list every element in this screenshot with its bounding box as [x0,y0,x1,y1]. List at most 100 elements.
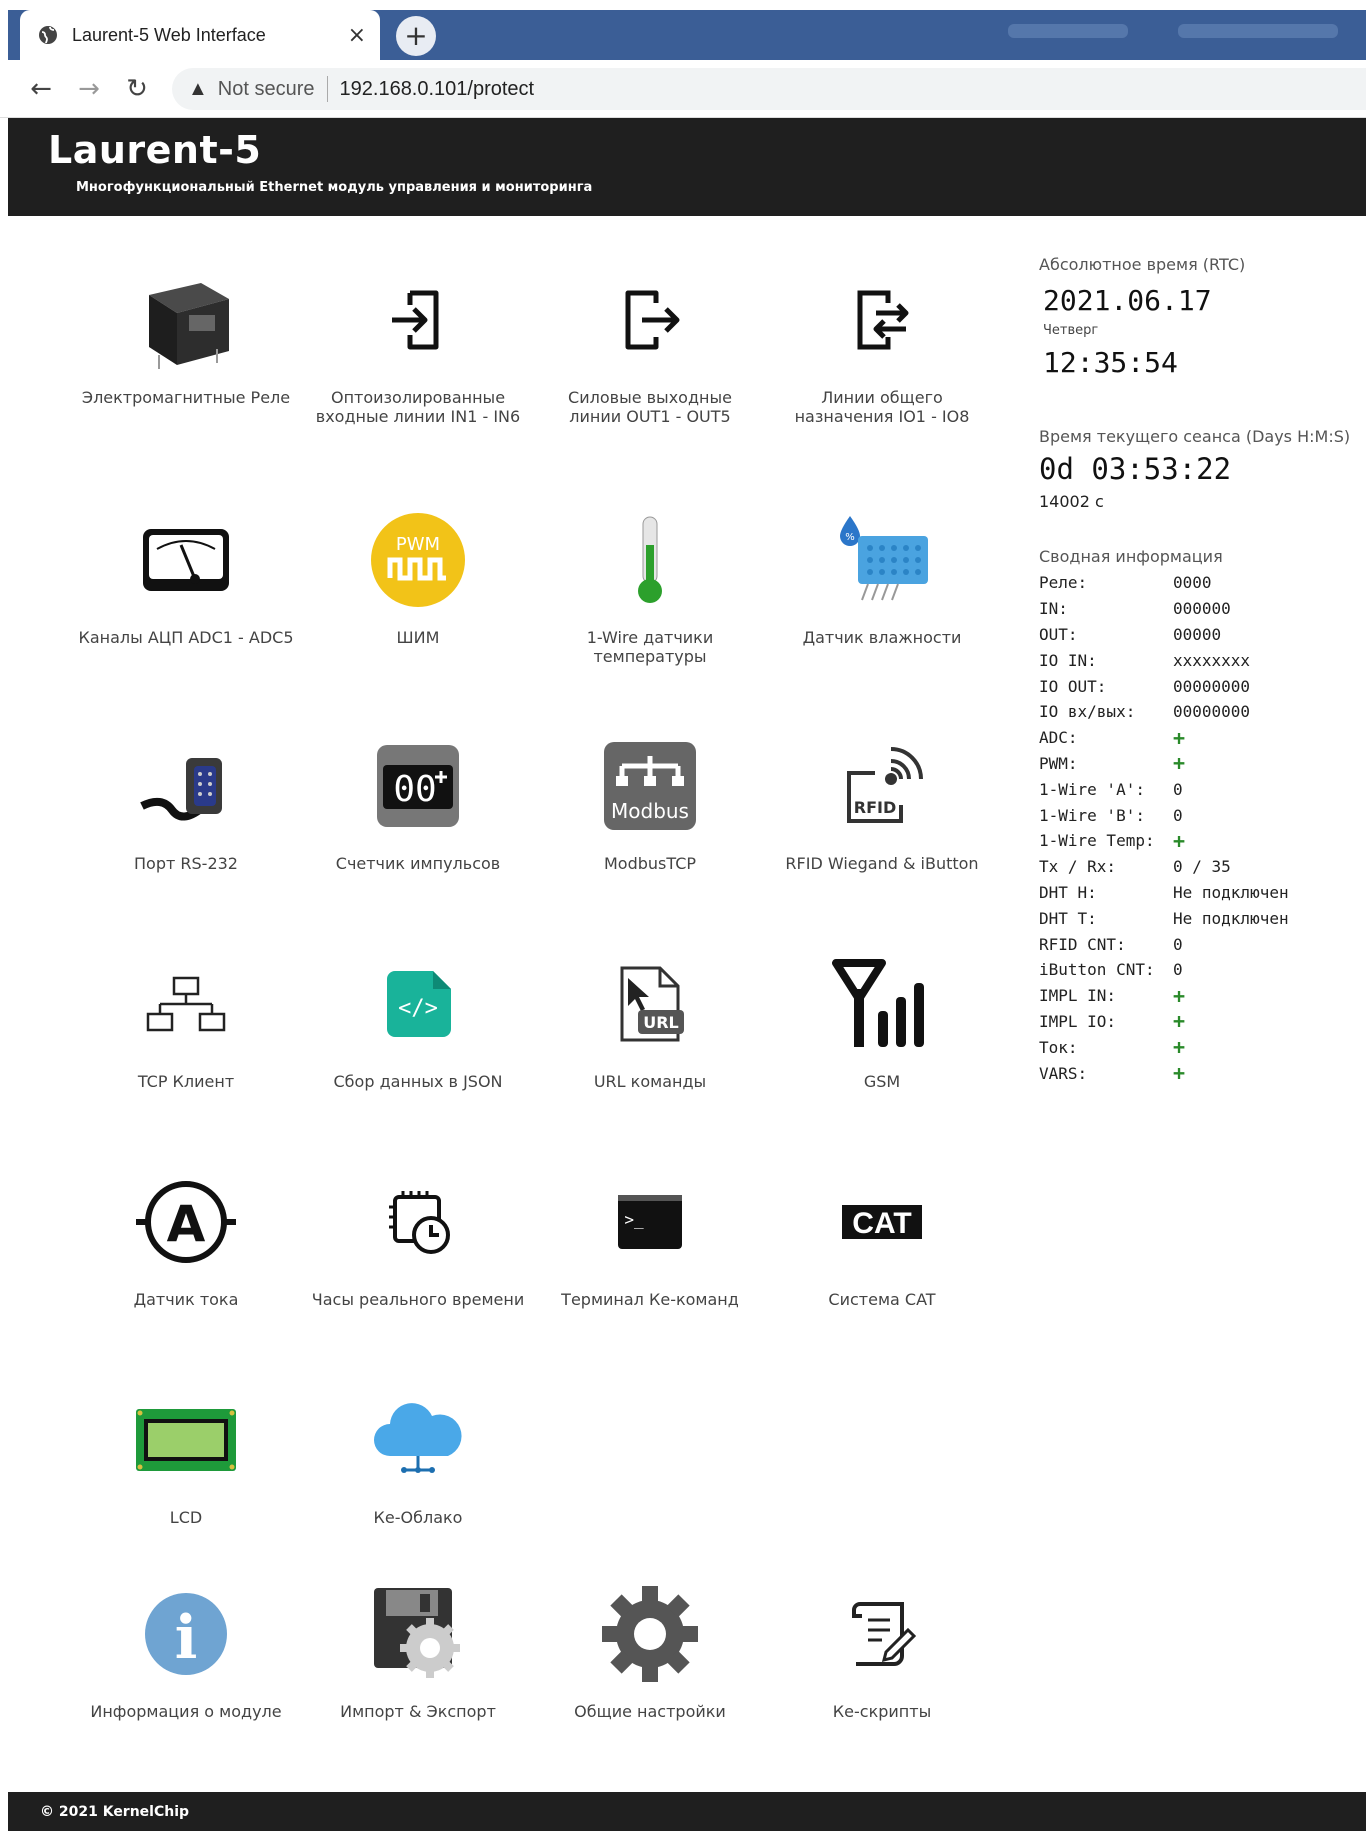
forward-button[interactable]: → [72,72,106,106]
summary-key: IMPL IO: [1039,1011,1117,1031]
summary-row: RFID CNT: 0 [1039,931,1366,957]
rtc-chip-icon [358,1162,478,1282]
summary-row: Tx / Rx: 0 / 35 [1039,854,1366,880]
module-label: Информация о модуле [90,1702,282,1721]
summary-value: 00000000 [1173,676,1251,696]
summary-key: OUT: [1039,624,1078,644]
module-counter[interactable]: 00 Счетчик импульсов [302,726,534,926]
security-label[interactable]: Not secure [218,78,315,101]
module-relay[interactable]: Электромагнитные Реле [70,260,302,460]
summary-row: PWM: + [1039,751,1366,777]
summary-row: 1-Wire Temp: + [1039,828,1366,854]
summary-value: 000000 [1173,599,1231,619]
module-scripts[interactable]: Ке-скрипты [766,1574,998,1774]
module-info[interactable]: i Информация о модуле [70,1574,302,1774]
module-rs232[interactable]: Порт RS-232 [70,726,302,926]
input-icon [358,260,478,380]
reload-button[interactable]: ↻ [120,72,154,106]
summary-row: IO вх/вых: 00000000 [1039,699,1366,725]
module-label: Система CAT [828,1290,936,1309]
module-current[interactable]: A Датчик тока [70,1162,302,1362]
module-io[interactable]: Линии общего назначения IO1 - IO8 [766,260,998,460]
rfid-icon: RFID [822,726,942,846]
address-bar[interactable]: ▲ Not secure 192.168.0.101/protect [172,68,1366,110]
module-lcd[interactable]: LCD [70,1380,302,1580]
summary-key: IO IN: [1039,650,1097,670]
modbus-icon: Modbus [590,726,710,846]
summary-value: + [1173,828,1186,853]
summary-value: 0 / 35 [1173,857,1231,877]
summary-key: Реле: [1039,573,1088,593]
module-cloud[interactable]: Ке-Облако [302,1380,534,1580]
browser-tab-active[interactable]: Laurent-5 Web Interface × [20,10,380,60]
new-tab-button[interactable]: + [396,16,436,56]
summary-key: 1-Wire 'B': [1039,805,1145,825]
address-separator [326,76,328,102]
module-label: Датчик тока [133,1290,239,1309]
summary-row: OUT: 00000 [1039,622,1366,648]
humidity-sensor-icon: % [822,500,942,620]
module-adc[interactable]: Каналы АЦП ADC1 - ADC5 [70,500,302,700]
svg-text:URL: URL [643,1013,679,1032]
module-url[interactable]: URL URL команды [534,944,766,1144]
code-file-icon: </> [358,944,478,1064]
module-label: TCP Клиент [137,1072,235,1091]
back-button[interactable]: ← [24,72,58,106]
url-text[interactable]: 192.168.0.101/protect [340,78,535,101]
module-cat[interactable]: CAT Система CAT [766,1162,998,1362]
module-1wire[interactable]: 1-Wire датчики температуры [534,500,766,700]
module-json[interactable]: </> Сбор данных в JSON [302,944,534,1144]
rtc-caption: Абсолютное время (RTC) [1039,255,1246,274]
module-gsm[interactable]: GSM [766,944,998,1144]
module-label: Датчик влажности [802,628,962,647]
module-label: Счетчик импульсов [335,854,501,873]
gauge-icon [126,500,246,620]
svg-text:%: % [845,532,855,543]
module-outputs[interactable]: Силовые выходные линии OUT1 - OUT5 [534,260,766,460]
summary-row: DHT T: Не подключен [1039,905,1366,931]
summary-key: 1-Wire Temp: [1039,831,1155,851]
summary-value: + [1173,1009,1186,1034]
blurred-tab-title [1008,24,1128,38]
module-label: RFID Wiegand & iButton [785,854,979,873]
relay-icon [126,260,246,380]
module-rfid[interactable]: RFID RFID Wiegand & iButton [766,726,998,926]
module-modbus[interactable]: Modbus ModbusTCP [534,726,766,926]
summary-key: IO вх/вых: [1039,702,1136,722]
info-icon: i [126,1574,246,1694]
module-settings[interactable]: Общие настройки [534,1574,766,1774]
module-import-export[interactable]: Импорт & Экспорт [302,1574,534,1774]
svg-text:</>: </> [398,996,438,1021]
module-label: Ке-Облако [373,1508,463,1527]
summary-key: 1-Wire 'A': [1039,779,1145,799]
summary-row: 1-Wire 'A': 0 [1039,776,1366,802]
module-humidity[interactable]: % Датчик влажности [766,500,998,700]
summary-row: Ток: + [1039,1034,1366,1060]
svg-text:Modbus: Modbus [611,799,689,823]
summary-key: VARS: [1039,1063,1088,1083]
serial-port-icon [126,726,246,846]
module-pwm[interactable]: PWM ШИМ [302,500,534,700]
tab-close-icon[interactable]: × [348,23,366,48]
tab-title: Laurent-5 Web Interface [72,24,266,45]
module-label: 1-Wire датчики температуры [586,628,714,666]
module-terminal[interactable]: >_ Терминал Ке-команд [534,1162,766,1362]
browser-toolbar: ← → ↻ ▲ Not secure 192.168.0.101/protect [0,60,1366,118]
module-label: URL команды [593,1072,707,1091]
module-tcp-client[interactable]: TCP Клиент [70,944,302,1144]
summary-value: 00000000 [1173,702,1251,722]
module-inputs[interactable]: Оптоизолированные входные линии IN1 - IN… [302,260,534,460]
module-label: Порт RS-232 [134,854,238,873]
summary-row: DHT H: Не подключен [1039,880,1366,906]
rtc-weekday: Четверг [1043,323,1099,338]
module-label: Часы реального времени [311,1290,525,1309]
module-label: ШИМ [396,628,440,647]
summary-value: + [1173,751,1186,776]
svg-text:A: A [167,1195,206,1253]
module-rtc[interactable]: Часы реального времени [302,1162,534,1362]
status-sidebar: Абсолютное время (RTC) 2021.06.17 Четвер… [1039,255,1366,1086]
module-label: GSM [863,1072,901,1091]
warning-icon[interactable]: ▲ [188,78,208,101]
module-label: Каналы АЦП ADC1 - ADC5 [78,628,294,647]
summary-key: Tx / Rx: [1039,857,1117,877]
